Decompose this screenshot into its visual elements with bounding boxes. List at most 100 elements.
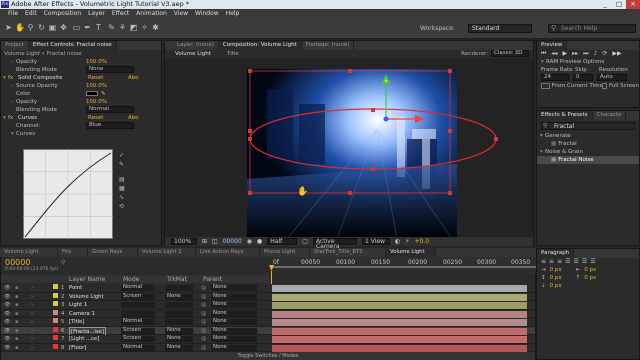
- menu-view[interactable]: View: [174, 9, 188, 18]
- camera-tool-icon[interactable]: ▣: [48, 22, 57, 33]
- indent-left-value[interactable]: 0 px: [550, 266, 572, 274]
- minimize-button[interactable]: _: [598, 0, 612, 9]
- lock-icon[interactable]: ▪: [15, 335, 19, 343]
- pickwhip-icon[interactable]: @: [201, 293, 206, 301]
- curve-reset-icon[interactable]: ⟲: [119, 202, 125, 211]
- layer-trkmat-select[interactable]: [165, 310, 193, 317]
- layer-duration-bar[interactable]: [272, 310, 527, 318]
- pen-tool-icon[interactable]: ✒: [83, 22, 92, 33]
- visibility-icon[interactable]: 👁: [4, 310, 11, 318]
- curve-open-icon[interactable]: ▤: [119, 175, 125, 184]
- label-color-swatch[interactable]: [53, 284, 58, 289]
- full-screen-checkbox[interactable]: [601, 83, 607, 89]
- breadcrumb-volume-light[interactable]: Volume Light: [175, 50, 227, 58]
- frame-rate-select[interactable]: 24: [541, 74, 569, 81]
- align-right-icon[interactable]: ≡: [557, 258, 562, 266]
- layer-duration-bar[interactable]: [272, 327, 527, 335]
- layer-mode-select[interactable]: Screen: [121, 335, 155, 342]
- play-icon[interactable]: ▶: [562, 50, 567, 58]
- curves-about[interactable]: Abo: [128, 114, 139, 122]
- timeline-tab-volume-light-2[interactable]: Volume Light 2: [138, 248, 196, 257]
- last-frame-icon[interactable]: ⏭: [583, 50, 588, 58]
- layer-row[interactable]: 👁 ▪ › 2 Volume Light Screen None @ None: [1, 292, 535, 301]
- brush-tool-icon[interactable]: ✎: [107, 22, 116, 33]
- roto-tool-icon[interactable]: ✧: [140, 22, 149, 33]
- timeline-search-input[interactable]: ⚲: [61, 259, 91, 266]
- resolution-select[interactable]: Half: [267, 238, 298, 245]
- close-button[interactable]: ✕: [626, 0, 640, 9]
- layer-name[interactable]: Volume Light: [69, 293, 104, 301]
- justify-all-icon[interactable]: ☰: [590, 258, 595, 266]
- opacity-value[interactable]: 100.0%: [86, 58, 107, 66]
- layer-name[interactable]: [Light ...ce]: [69, 335, 99, 343]
- workspace-select[interactable]: Standard: [468, 24, 532, 33]
- label-color-swatch[interactable]: [53, 292, 58, 298]
- tab-paragraph[interactable]: Paragraph: [537, 249, 575, 258]
- tab-project[interactable]: Project: [1, 41, 29, 50]
- timeline-tab-fire[interactable]: Fire: [58, 248, 88, 257]
- menu-file[interactable]: File: [8, 9, 18, 18]
- rectangle-tool-icon[interactable]: ▭: [72, 22, 81, 33]
- tab-layer[interactable]: Layer: (none): [165, 41, 219, 50]
- layer-parent-select[interactable]: None: [211, 301, 257, 308]
- justify-left-icon[interactable]: ☰: [565, 258, 570, 266]
- layer-duration-bar[interactable]: [272, 319, 527, 326]
- layer-parent-select[interactable]: None: [211, 293, 257, 300]
- layer-trkmat-select[interactable]: None: [165, 344, 193, 351]
- curve-pencil-icon[interactable]: ✎: [119, 160, 125, 169]
- layer-trkmat-select[interactable]: None: [165, 293, 193, 300]
- roi-icon[interactable]: ▢: [302, 237, 308, 246]
- layer-trkmat-select[interactable]: [165, 285, 193, 291]
- next-frame-icon[interactable]: ▸▸: [572, 50, 578, 58]
- layer-trkmat-select[interactable]: [165, 319, 193, 325]
- zoom-tool-icon[interactable]: ⚲: [26, 22, 35, 33]
- justify-center-icon[interactable]: ☰: [573, 258, 578, 266]
- lock-icon[interactable]: ▪: [15, 284, 19, 292]
- ram-preview-options[interactable]: ▾ RAM Preview Options: [537, 58, 639, 66]
- layer-name[interactable]: Light 1: [69, 301, 87, 309]
- label-color-swatch[interactable]: [53, 335, 58, 340]
- layer-duration-bar[interactable]: [272, 285, 527, 292]
- preset-category-generate[interactable]: ▾ Generate: [537, 132, 639, 140]
- timeline-tab-volume-light-active[interactable]: Volume Light: [386, 248, 436, 257]
- menu-edit[interactable]: Edit: [25, 9, 37, 18]
- layer-name[interactable]: Camera 1: [69, 310, 95, 318]
- fast-preview-icon[interactable]: ⚡: [405, 237, 409, 246]
- label-color-swatch[interactable]: [53, 309, 58, 315]
- tab-composition[interactable]: Composition: Volume Light: [218, 41, 302, 50]
- selection-tool-icon[interactable]: ➤: [4, 22, 13, 33]
- layer-row[interactable]: 👁 ▪ › 8 [Floor] Normal None @ None: [1, 343, 535, 352]
- layer-row[interactable]: 👁 ▪ › 1 Point Normal @ None: [1, 284, 535, 293]
- expand-icon[interactable]: ›: [31, 293, 33, 301]
- renderer-select[interactable]: Classic 3D: [491, 50, 529, 57]
- layer-parent-select[interactable]: None: [211, 310, 257, 317]
- opacity2-value[interactable]: 100.0%: [86, 98, 107, 106]
- pickwhip-icon[interactable]: @: [201, 344, 206, 352]
- expand-icon[interactable]: ›: [31, 301, 33, 309]
- snapshot-icon[interactable]: ◉: [247, 237, 252, 246]
- layer-trkmat-select[interactable]: [165, 302, 193, 308]
- preset-item-fractal[interactable]: ▦ Fractal: [537, 140, 639, 148]
- blending-mode2-select[interactable]: Normal: [86, 106, 134, 113]
- menu-layer[interactable]: Layer: [88, 9, 105, 18]
- puppet-tool-icon[interactable]: ✱: [151, 22, 160, 33]
- timeline-tab-live-action-rays[interactable]: Live Action Rays: [196, 248, 260, 257]
- layer-trkmat-select[interactable]: None: [165, 335, 193, 342]
- toggle-pixel-icon[interactable]: ◐: [395, 237, 400, 246]
- justify-right-icon[interactable]: ☰: [582, 258, 587, 266]
- expand-icon[interactable]: ›: [31, 344, 33, 352]
- pickwhip-icon[interactable]: @: [201, 310, 206, 318]
- layer-row[interactable]: 👁 ▪ › 7 [Light ...ce] Screen None @ None: [1, 335, 535, 344]
- timeline-tab-startrek[interactable]: StarTrek_Title_BTS: [310, 248, 386, 257]
- text-tool-icon[interactable]: T: [94, 22, 103, 33]
- skip-input[interactable]: 0: [573, 74, 593, 81]
- effects-search-input[interactable]: Fractal: [541, 122, 635, 130]
- pan-behind-tool-icon[interactable]: ✥: [59, 22, 68, 33]
- channel-icon[interactable]: ●: [257, 237, 262, 246]
- resolution-preview-select[interactable]: Auto: [597, 74, 627, 81]
- curves-reset[interactable]: Reset: [88, 114, 128, 122]
- pickwhip-icon[interactable]: @: [201, 284, 206, 292]
- tab-effects-presets[interactable]: Effects & Presets: [537, 111, 593, 120]
- preset-item-fractal-noise[interactable]: ▦ Fractal Noise: [537, 156, 639, 164]
- tab-character[interactable]: Characte: [593, 111, 627, 120]
